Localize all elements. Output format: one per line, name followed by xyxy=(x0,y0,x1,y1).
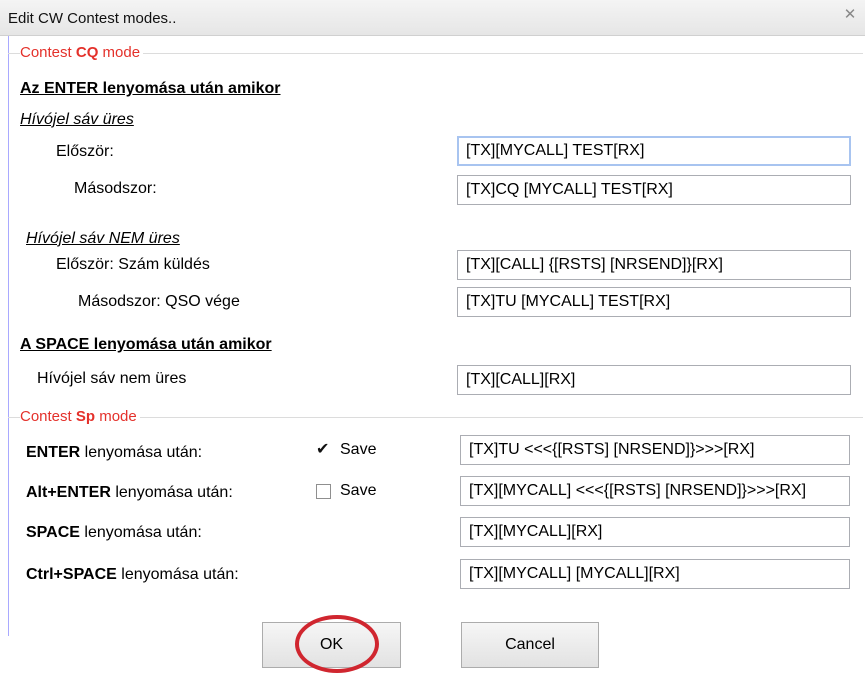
sp-altenter-field[interactable]: [TX][MYCALL] <<<{[RSTS] [NRSEND]}>>>[RX] xyxy=(460,476,850,506)
cq-group-label: Contest CQ mode xyxy=(20,44,144,61)
space-field[interactable]: [TX][CALL][RX] xyxy=(457,365,851,395)
sp-altenter-label: Alt+ENTER lenyomása után: xyxy=(26,484,233,502)
sp-ctrlspace-rest: lenyomása után: xyxy=(116,566,239,583)
space-label: Hívójel sáv nem üres xyxy=(37,370,187,387)
sp-space-rest: lenyomása után: xyxy=(79,524,202,541)
sp-enter-key: ENTER xyxy=(26,444,81,461)
highlight-circle xyxy=(295,615,379,673)
empty-heading: Hívójel sáv üres xyxy=(20,111,134,128)
title-bar: Edit CW Contest modes.. ✕ xyxy=(0,0,865,36)
enter-heading: Az ENTER lenyomása után amikor xyxy=(20,80,281,97)
cq-group-label-prefix: Contest xyxy=(20,44,76,61)
sp-enter-field[interactable]: [TX]TU <<<{[RSTS] [NRSEND]}>>>[RX] xyxy=(460,435,850,465)
empty-first-field[interactable]: [TX][MYCALL] TEST[RX] xyxy=(457,136,851,166)
close-icon[interactable]: ✕ xyxy=(841,6,859,24)
sp-enter-rest: lenyomása után: xyxy=(80,444,203,461)
sp-altenter-save-label: Save xyxy=(340,482,377,499)
sp-space-key: SPACE xyxy=(26,524,80,541)
notempty-first-label: Először: Szám küldés xyxy=(56,256,210,273)
sp-group-label-bold: Sp xyxy=(75,408,96,425)
sp-enter-save-label: Save xyxy=(340,441,377,458)
sp-altenter-key: Alt+ENTER xyxy=(26,484,111,501)
sp-ctrlspace-label: Ctrl+SPACE lenyomása után: xyxy=(26,566,239,584)
sp-ctrlspace-key: Ctrl+SPACE xyxy=(26,566,117,583)
empty-second-label: Másodszor: xyxy=(74,180,157,197)
empty-second-field[interactable]: [TX]CQ [MYCALL] TEST[RX] xyxy=(457,175,851,205)
cancel-button[interactable]: Cancel xyxy=(461,622,599,668)
notempty-second-label: Másodszor: QSO vége xyxy=(78,293,240,310)
window-title: Edit CW Contest modes.. xyxy=(8,10,177,27)
sp-altenter-save-checkbox[interactable] xyxy=(316,484,331,499)
sp-group-label-prefix: Contest xyxy=(20,408,76,425)
sp-enter-save-checkbox[interactable]: ✔ xyxy=(315,441,330,458)
empty-first-label: Először: xyxy=(56,143,114,160)
sp-space-field[interactable]: [TX][MYCALL][RX] xyxy=(460,517,850,547)
sp-space-label: SPACE lenyomása után: xyxy=(26,524,202,542)
sp-ctrlspace-field[interactable]: [TX][MYCALL] [MYCALL][RX] xyxy=(460,559,850,589)
sp-enter-label: ENTER lenyomása után: xyxy=(26,444,202,462)
sp-group-label: Contest Sp mode xyxy=(20,408,140,425)
notempty-first-field[interactable]: [TX][CALL] {[RSTS] [NRSEND]}[RX] xyxy=(457,250,851,280)
sp-group-label-suffix: mode xyxy=(95,408,137,425)
notempty-heading: Hívójel sáv NEM üres xyxy=(26,230,180,247)
space-heading: A SPACE lenyomása után amikor xyxy=(20,336,272,353)
sp-altenter-rest: lenyomása után: xyxy=(110,484,233,501)
cq-group-label-suffix: mode xyxy=(98,44,141,61)
cq-group-label-bold: CQ xyxy=(75,44,99,61)
left-border-line xyxy=(8,36,9,636)
notempty-second-field[interactable]: [TX]TU [MYCALL] TEST[RX] xyxy=(457,287,851,317)
check-mark-icon: ✔ xyxy=(316,441,330,458)
